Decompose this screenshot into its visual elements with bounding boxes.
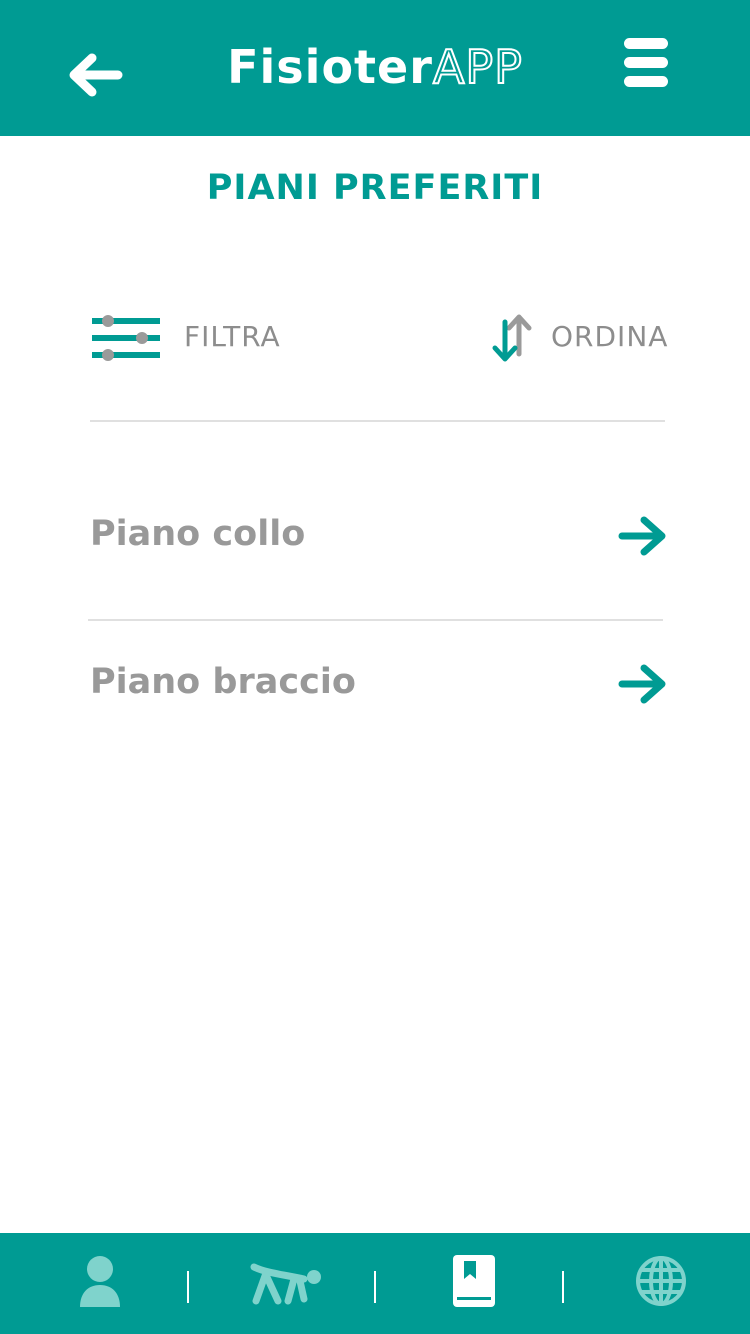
nav-separator <box>187 1271 189 1303</box>
sort-button[interactable]: ORDINA <box>488 306 688 366</box>
toolbar-divider <box>90 420 665 422</box>
globe-icon <box>636 1256 686 1306</box>
user-profile-icon <box>80 1256 120 1307</box>
exercise-icon <box>250 1263 321 1305</box>
menu-button[interactable] <box>618 38 674 98</box>
hamburger-menu-icon <box>618 38 674 87</box>
nav-community[interactable] <box>634 1253 688 1313</box>
app-header: FisioterAPP <box>0 0 750 136</box>
arrow-right-icon <box>618 664 666 704</box>
list-item-piano-braccio[interactable]: Piano braccio <box>88 648 668 728</box>
bookmark-book-icon <box>453 1255 495 1307</box>
page-title: PIANI PREFERITI <box>206 168 544 208</box>
app-title-outline: APP <box>432 39 523 95</box>
nav-saved-plans[interactable] <box>452 1253 496 1313</box>
filter-button[interactable]: FILTRA <box>90 306 320 366</box>
bottom-navigation <box>0 1233 750 1334</box>
sort-label: ORDINA <box>551 320 669 353</box>
plan-label: Piano collo <box>90 514 306 554</box>
nav-separator <box>562 1271 564 1303</box>
list-divider <box>88 619 663 621</box>
sort-arrows-icon <box>492 314 532 362</box>
nav-profile[interactable] <box>76 1253 124 1313</box>
nav-separator <box>374 1271 376 1303</box>
nav-exercises[interactable] <box>246 1253 326 1313</box>
list-item-piano-collo[interactable]: Piano collo <box>88 500 668 580</box>
plan-label: Piano braccio <box>90 662 356 702</box>
app-title-bold: Fisioter <box>227 40 433 94</box>
filter-label: FILTRA <box>184 320 281 353</box>
filter-sliders-icon <box>92 315 160 361</box>
arrow-right-icon <box>618 516 666 556</box>
